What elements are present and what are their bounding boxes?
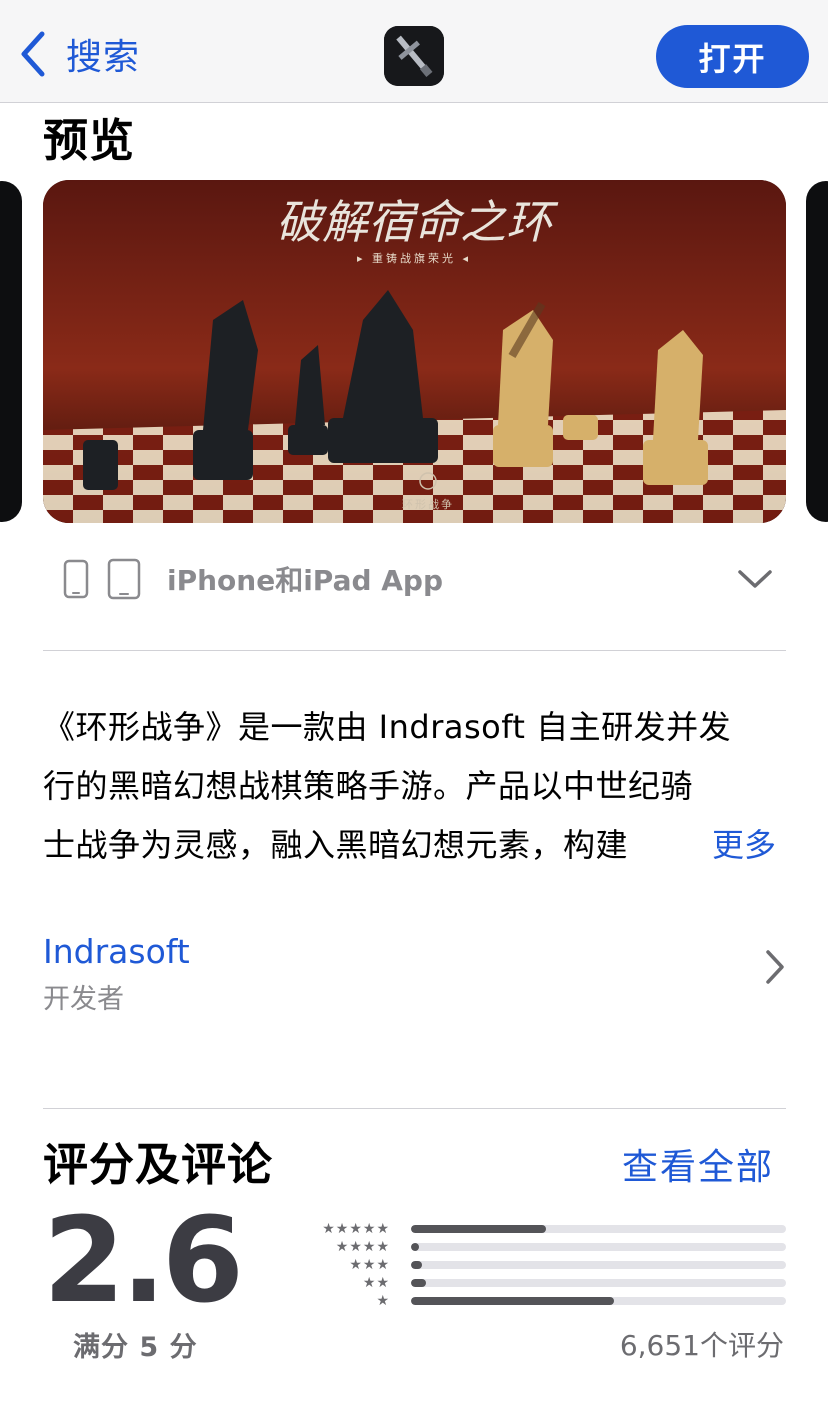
screenshot-subtitle: ▸ 重铸战旗荣光 ◂ [357,251,471,265]
screenshot-watermark: 环形战争 [402,497,454,511]
histogram-track [411,1243,786,1251]
app-icon [384,26,444,86]
star-level-icon: ★★★★★ [322,1221,390,1237]
developer-name: Indrasoft [43,932,190,971]
divider [43,1108,786,1109]
chevron-left-icon [21,31,45,77]
histogram-track [411,1261,786,1269]
rating-scale-label: 满分 5 分 [73,1332,198,1363]
supported-devices-row[interactable]: iPhone和iPad App [63,556,773,602]
truncation-fade [633,816,703,875]
star-level-icon: ★★ [362,1275,390,1291]
see-all-link[interactable]: 查看全部 [622,1138,774,1190]
average-rating: 2.6 [43,1191,244,1329]
back-label: 搜索 [66,37,141,78]
star-level-icon: ★★★★ [335,1239,390,1255]
screenshot-title: 破解宿命之环 [276,195,559,249]
histogram-track [411,1297,786,1305]
developer-caption: 开发者 [43,984,124,1015]
preview-heading: 预览 [43,114,136,167]
histogram-bar [411,1225,546,1233]
open-button[interactable]: 打开 [656,25,809,88]
ipad-icon [107,558,141,600]
histogram-row: ★ [300,1292,786,1310]
back-button[interactable]: 搜索 [18,28,140,80]
navigation-bar: 搜索 打开 [0,0,828,103]
description-line-truncated: 士战争为灵感，融入黑暗幻想元素，构建 [43,816,703,875]
histogram-track [411,1225,786,1233]
histogram-row: ★★★★ [300,1238,786,1256]
iphone-icon [63,559,89,599]
histogram-row: ★★ [300,1274,786,1292]
histogram-bar [411,1297,614,1305]
more-link[interactable]: 更多 [712,816,776,875]
previous-screenshot[interactable] [0,181,22,522]
histogram-track [411,1279,786,1287]
histogram-bar [411,1261,423,1269]
star-level-icon: ★ [376,1293,390,1309]
star-level-icon: ★★★ [349,1257,390,1273]
devices-label: iPhone和iPad App [167,564,444,597]
histogram-bar [411,1279,426,1287]
developer-row[interactable]: Indrasoft 开发者 [43,932,786,1022]
description-line: 行的黑暗幻想战棋策略手游。产品以中世纪骑 [43,767,694,805]
next-screenshot[interactable] [806,181,828,522]
divider [43,650,786,651]
histogram-bar [411,1243,419,1251]
preview-screenshot[interactable]: 破解宿命之环 ▸ 重铸战旗荣光 ◂ 环形战争 [43,180,786,523]
histogram-row: ★★★ [300,1256,786,1274]
app-description: 《环形战争》是一款由 Indrasoft 自主研发并发 行的黑暗幻想战棋策略手游… [43,698,786,875]
rating-count: 6,651个评分 [619,1329,784,1362]
description-line: 《环形战争》是一款由 Indrasoft 自主研发并发 [43,708,732,746]
histogram-row: ★★★★★ [300,1220,786,1238]
ratings-heading: 评分及评论 [43,1138,274,1191]
chevron-down-icon[interactable] [737,564,773,594]
chevron-right-icon [766,950,784,984]
